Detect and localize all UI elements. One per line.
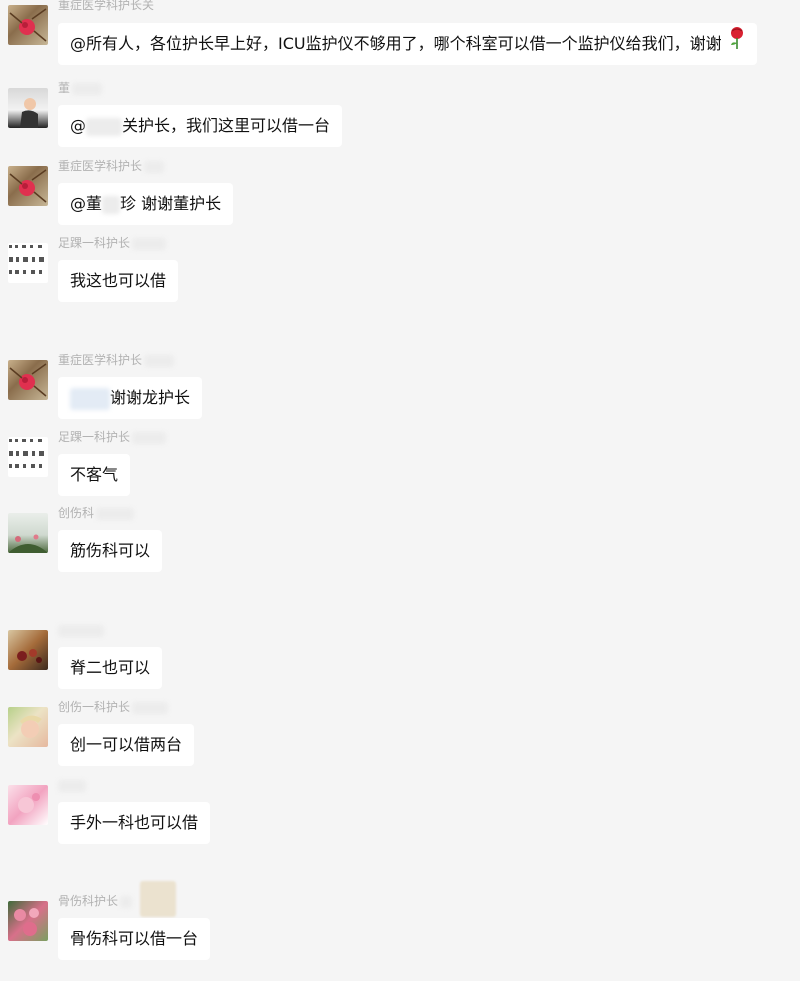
pink-avatar-image xyxy=(18,793,40,813)
redacted-name xyxy=(58,624,104,637)
redacted-name xyxy=(58,779,86,792)
redacted-name xyxy=(120,895,133,908)
sender-name xyxy=(58,622,104,638)
redacted-name xyxy=(102,195,121,214)
redacted-name xyxy=(72,82,103,95)
sender-name: 足踝一科护长 xyxy=(58,429,167,445)
sender-name: 创伤科 xyxy=(58,505,135,521)
message-bubble[interactable]: 手外一科也可以借 xyxy=(58,802,211,844)
message-bubble[interactable]: 创一可以借两台 xyxy=(58,724,195,766)
avatar[interactable] xyxy=(8,166,48,206)
sender-name: 足踝一科护长 xyxy=(58,235,167,251)
redacted-name xyxy=(70,387,110,410)
girl-avatar-image xyxy=(20,98,38,128)
peony-avatar-image xyxy=(14,908,39,936)
sender-name: 重症医学科护长 xyxy=(58,158,165,174)
avatar[interactable] xyxy=(8,88,48,128)
redacted-name xyxy=(144,160,165,173)
message-bubble[interactable]: 脊二也可以 xyxy=(58,647,163,689)
avatar[interactable] xyxy=(8,513,48,553)
redacted-name xyxy=(86,117,122,136)
message-bubble[interactable]: @董珍 谢谢董护长 xyxy=(58,183,234,225)
redacted-image xyxy=(140,881,176,917)
redacted-name xyxy=(96,507,135,520)
grid-pattern-avatar-image xyxy=(9,245,44,274)
redacted-name xyxy=(132,701,169,714)
message-bubble[interactable]: 筋伤科可以 xyxy=(58,530,163,572)
avatar[interactable] xyxy=(8,360,48,400)
rose-branch-avatar-image xyxy=(9,8,47,42)
redacted-name xyxy=(144,354,175,367)
message-text: @所有人，各位护长早上好，ICU监护仪不够用了，哪个科室可以借一个监护仪给我们，… xyxy=(70,34,722,53)
sender-name: 创伤一科护长 xyxy=(58,699,169,715)
redacted-name xyxy=(132,431,167,444)
message-bubble[interactable]: 我这也可以借 xyxy=(58,260,179,302)
rose-emoji-icon xyxy=(729,24,745,66)
avatar[interactable] xyxy=(8,437,48,477)
message-bubble[interactable]: 骨伤科可以借一台 xyxy=(58,918,211,960)
sender-name: 董 xyxy=(58,80,103,96)
sender-name xyxy=(58,777,86,793)
sender-name: 重症医学科护长 xyxy=(58,352,175,368)
rose-branch-avatar-image xyxy=(9,363,47,397)
avatar[interactable] xyxy=(8,630,48,670)
plant-avatar-image xyxy=(8,534,48,553)
sender-name: 骨伤科护长 xyxy=(58,893,133,909)
flowers-avatar-image xyxy=(17,649,42,663)
message-bubble[interactable]: 谢谢龙护长 xyxy=(58,377,203,419)
child-avatar-image xyxy=(20,715,42,738)
redacted-name xyxy=(132,237,167,250)
message-bubble[interactable]: 不客气 xyxy=(58,454,131,496)
avatar[interactable] xyxy=(8,243,48,283)
grid-pattern-avatar-image xyxy=(9,439,44,468)
sender-name: 重症医学科护长关 xyxy=(58,0,155,12)
avatar[interactable] xyxy=(8,901,48,941)
rose-branch-avatar-image xyxy=(9,169,47,203)
avatar[interactable] xyxy=(8,5,48,45)
message-bubble[interactable]: @所有人，各位护长早上好，ICU监护仪不够用了，哪个科室可以借一个监护仪给我们，… xyxy=(58,23,757,65)
avatar[interactable] xyxy=(8,707,48,747)
avatar[interactable] xyxy=(8,785,48,825)
message-bubble[interactable]: @ 关护长，我们这里可以借一台 xyxy=(58,105,343,147)
